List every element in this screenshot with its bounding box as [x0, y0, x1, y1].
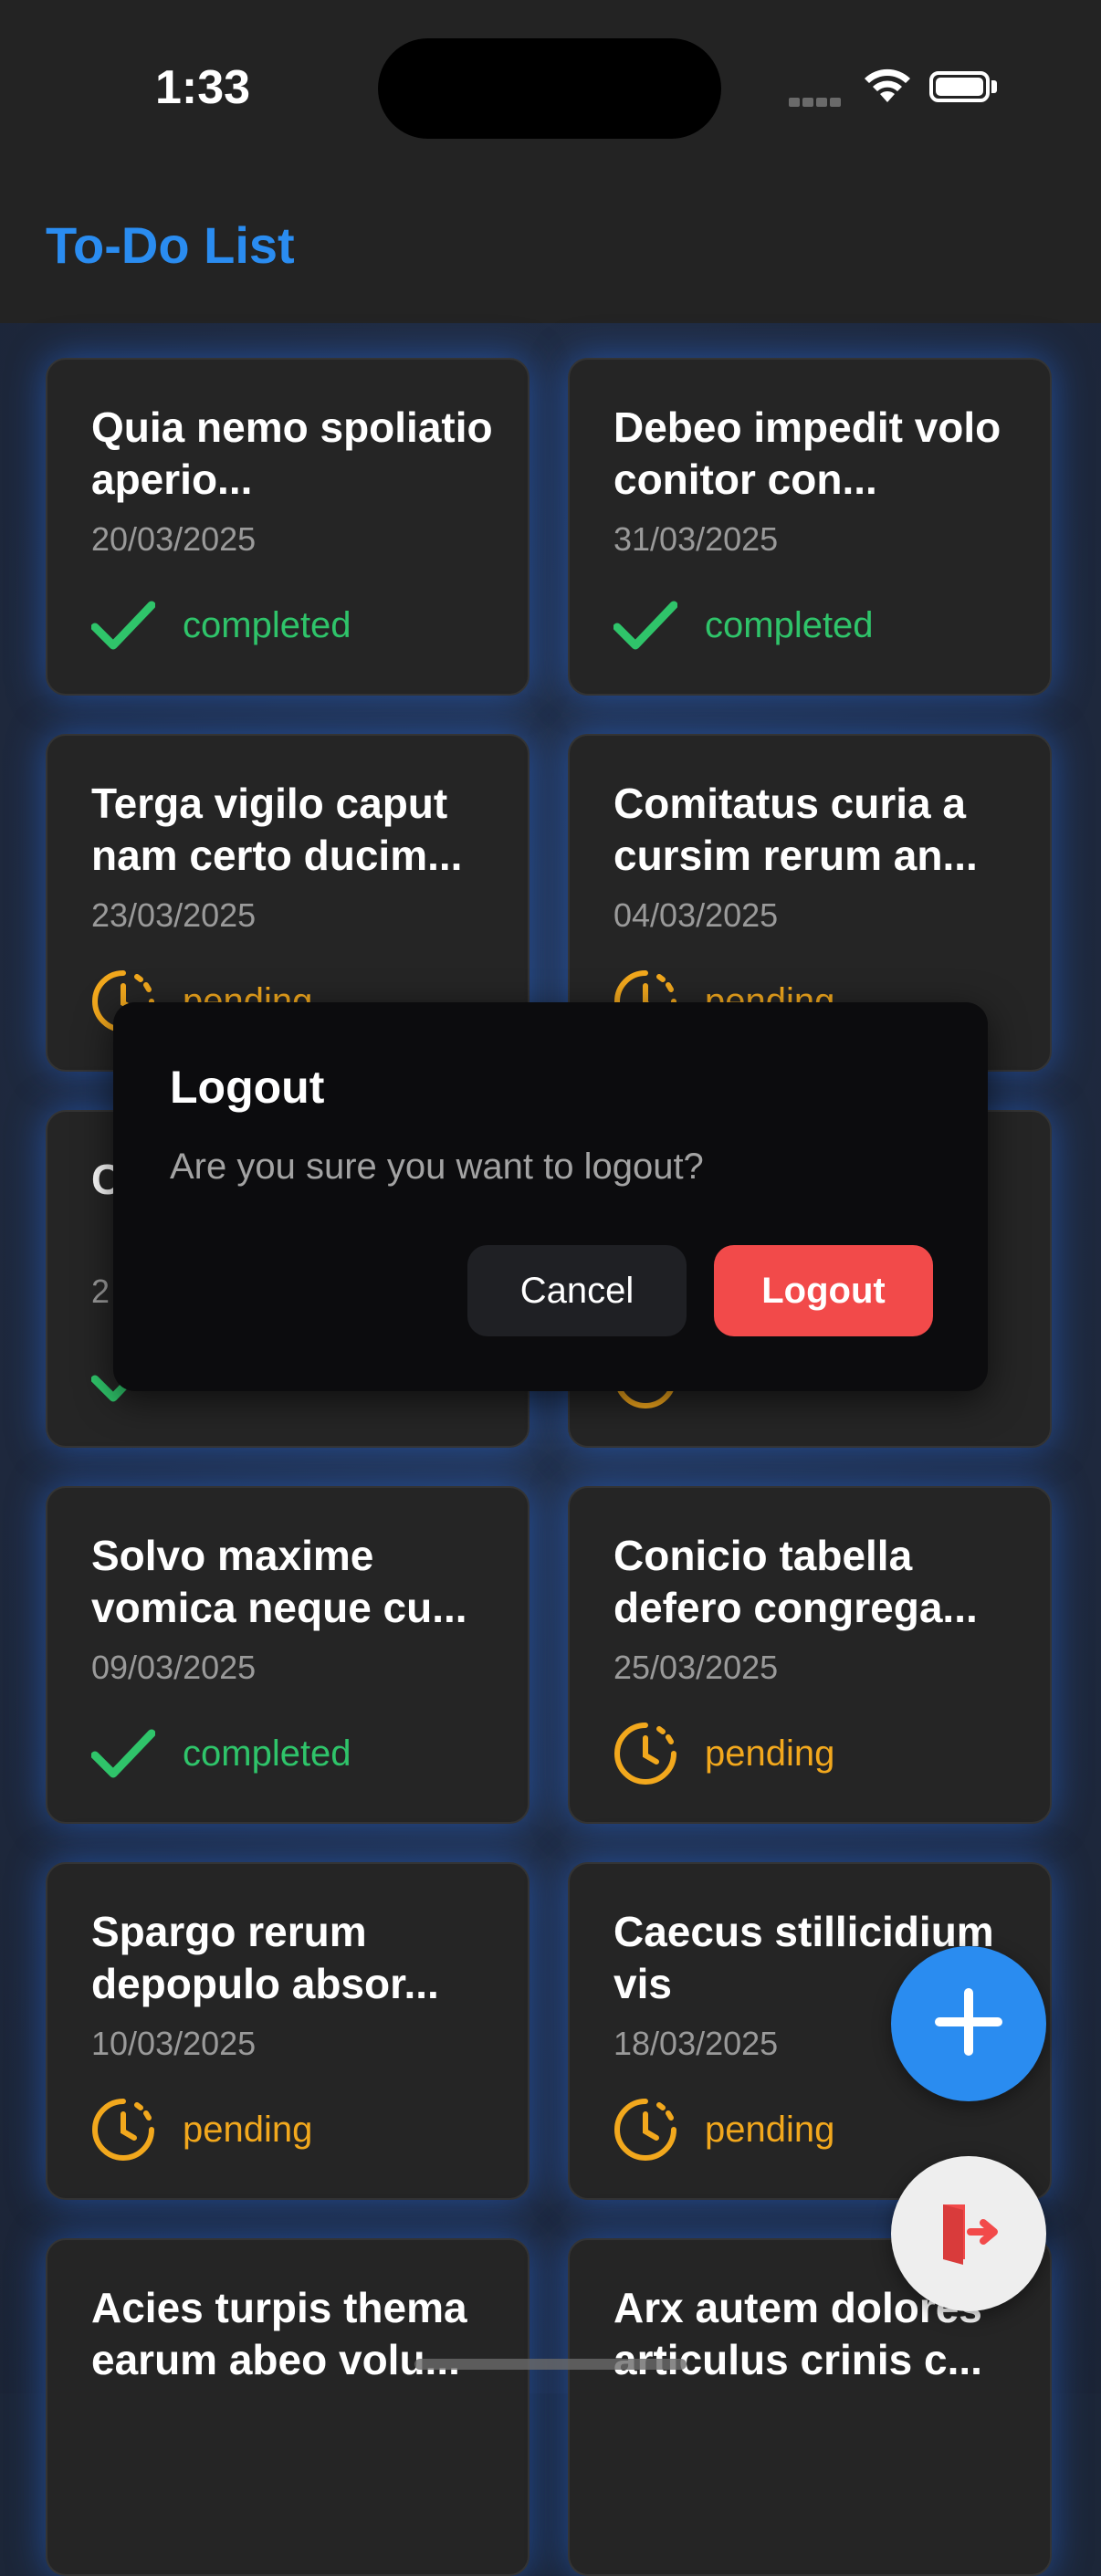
task-title: Quia nemo spoliatio aperio... — [91, 403, 493, 503]
task-title: Solvo maxime vomica neque cu... — [91, 1532, 467, 1631]
task-title: Debeo impedit volo conitor con... — [613, 403, 1001, 503]
dialog-message: Are you sure you want to logout? — [170, 1147, 704, 1187]
page-title: To-Do List — [46, 216, 295, 274]
task-status: completed — [91, 593, 351, 657]
task-card[interactable]: Quia nemo spoliatio aperio... 20/03/2025… — [46, 358, 530, 696]
dialog-title: Logout — [170, 1062, 325, 1113]
app-header: To-Do List — [0, 183, 1101, 323]
logout-dialog: Logout Are you sure you want to logout? … — [113, 1002, 988, 1391]
task-date: 18/03/2025 — [613, 2025, 779, 2062]
task-date: 23/03/2025 — [91, 896, 257, 934]
check-icon — [91, 593, 155, 657]
battery-cap — [991, 80, 997, 93]
task-status-label: completed — [183, 604, 351, 645]
task-date: 09/03/2025 — [91, 1649, 257, 1686]
clock-icon — [613, 2098, 677, 2162]
task-date: 31/03/2025 — [613, 520, 779, 558]
task-status-label: completed — [183, 1733, 351, 1774]
check-icon — [91, 1722, 155, 1785]
task-date: 20/03/2025 — [91, 520, 257, 558]
task-title: Conicio tabella defero congrega... — [613, 1532, 978, 1631]
task-date: 2 — [91, 1272, 110, 1310]
status-bar: 1:33 — [0, 0, 1101, 183]
plus-icon — [932, 1985, 1005, 2063]
task-status: pending — [613, 2098, 834, 2162]
task-status: completed — [613, 593, 874, 657]
task-status-label: pending — [705, 1733, 835, 1774]
logout-button[interactable] — [891, 2156, 1046, 2311]
task-status: pending — [613, 1722, 834, 1785]
task-card[interactable]: Acies turpis thema earum abeo volu... — [46, 2238, 530, 2576]
task-date: 25/03/2025 — [613, 1649, 779, 1686]
task-status-label: pending — [705, 2109, 835, 2150]
task-title: Spargo rerum depopulo absor... — [91, 1908, 439, 2007]
add-task-button[interactable] — [891, 1946, 1046, 2101]
task-status-label: pending — [183, 2109, 313, 2150]
task-title: Comitatus curia a cursim rerum an... — [613, 780, 978, 879]
task-card[interactable]: Debeo impedit volo conitor con... 31/03/… — [568, 358, 1052, 696]
clock-icon — [613, 1722, 677, 1785]
exit-door-icon — [932, 2195, 1005, 2273]
wifi-icon — [862, 66, 913, 110]
check-icon — [613, 593, 677, 657]
cellular-signal-icon — [789, 95, 844, 111]
status-time: 1:33 — [155, 61, 251, 114]
task-title: Terga vigilo caput nam certo ducim... — [91, 780, 463, 879]
task-status-label: completed — [705, 604, 874, 645]
battery-icon — [929, 71, 990, 102]
task-date: 04/03/2025 — [613, 896, 779, 934]
task-date: 10/03/2025 — [91, 2025, 257, 2062]
clock-icon — [91, 2098, 155, 2162]
home-indicator[interactable] — [414, 2359, 687, 2370]
dynamic-island — [378, 38, 721, 139]
task-status: pending — [91, 2098, 312, 2162]
task-card[interactable]: Conicio tabella defero congrega... 25/03… — [568, 1486, 1052, 1824]
task-card[interactable]: Spargo rerum depopulo absor... 10/03/202… — [46, 1862, 530, 2200]
task-card[interactable]: Solvo maxime vomica neque cu... 09/03/20… — [46, 1486, 530, 1824]
task-title: Acies turpis thema earum abeo volu... — [91, 2284, 467, 2383]
task-status: completed — [91, 1722, 351, 1785]
confirm-logout-button[interactable]: Logout — [714, 1245, 933, 1336]
cancel-button[interactable]: Cancel — [467, 1245, 687, 1336]
